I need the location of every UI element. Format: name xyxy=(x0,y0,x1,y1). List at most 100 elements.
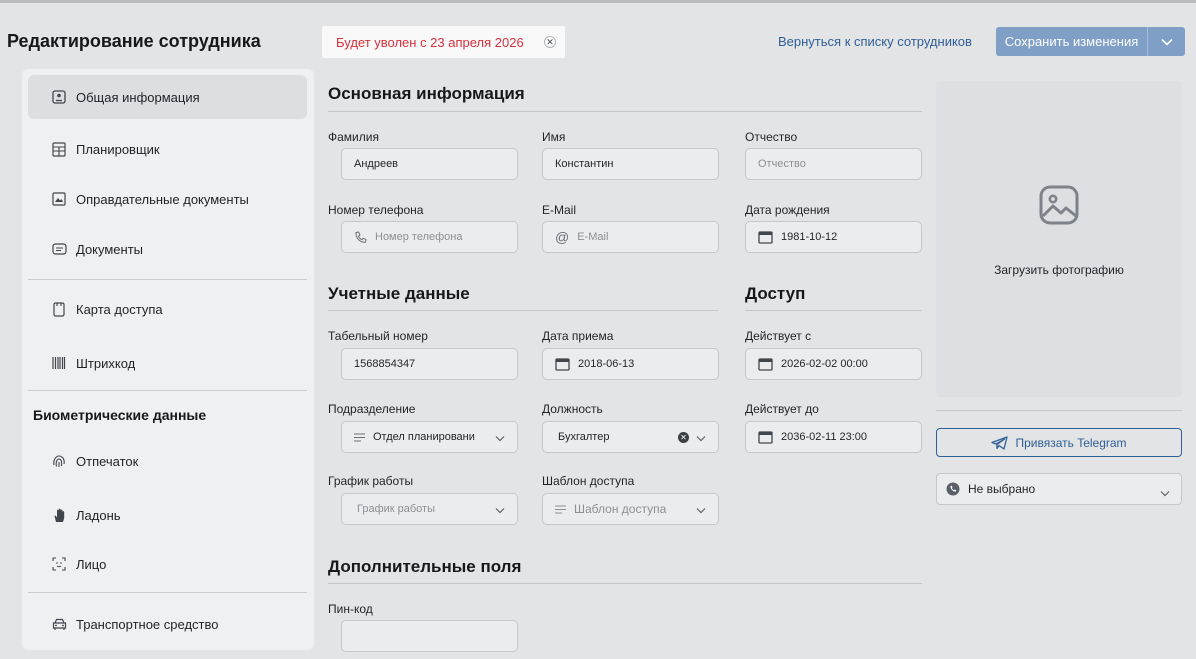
department-value: Отдел планировани xyxy=(373,431,475,443)
chevron-down-icon xyxy=(1160,486,1170,500)
sidebar-item-justification-docs[interactable]: Оправдательные документы xyxy=(28,177,307,221)
sidebar-item-general[interactable]: Общая информация xyxy=(28,75,307,119)
access-template-select[interactable]: Шаблон доступа xyxy=(542,493,719,525)
email-placeholder: E-Mail xyxy=(577,231,609,243)
valid-from-field[interactable]: 2026-02-02 00:00 xyxy=(745,348,922,380)
sidebar-divider xyxy=(28,592,307,593)
sidebar-item-scheduler[interactable]: Планировщик xyxy=(28,127,307,171)
schedule-select[interactable]: График работы xyxy=(341,493,518,525)
top-divider xyxy=(0,0,1196,3)
sidebar-item-label: Общая информация xyxy=(76,89,200,105)
email-label: E-Mail xyxy=(542,203,577,217)
dismissal-text: Будет уволен с 23 апреля 2026 xyxy=(336,34,524,50)
first-name-field[interactable]: Константин xyxy=(542,148,719,180)
viber-icon xyxy=(946,482,960,496)
save-options-button[interactable] xyxy=(1147,27,1185,56)
hire-date-value: 2018-06-13 xyxy=(578,358,635,370)
basic-info-title: Основная информация xyxy=(328,84,525,103)
list-icon xyxy=(354,432,365,442)
dismissal-badge: Будет уволен с 23 апреля 2026 ✕ xyxy=(322,26,565,58)
chevron-down-icon xyxy=(495,505,505,517)
viber-select[interactable]: Не выбрано xyxy=(936,473,1182,505)
first-name-label: Имя xyxy=(542,130,566,144)
pin-field[interactable] xyxy=(341,620,518,652)
sidebar: Общая информация Планировщик Оправдатель… xyxy=(22,69,314,650)
sidebar-item-label: Лицо xyxy=(76,556,107,572)
back-to-list-link[interactable]: Вернуться к списку сотрудников xyxy=(778,34,972,49)
section-divider xyxy=(328,111,922,112)
sidebar-item-face[interactable]: Лицо xyxy=(28,542,307,586)
fingerprint-icon xyxy=(51,453,67,469)
sidebar-item-label: Отпечаток xyxy=(76,453,139,469)
access-card-icon xyxy=(51,301,67,317)
calendar-icon xyxy=(758,357,773,371)
first-name-value: Константин xyxy=(555,158,614,170)
id-card-icon xyxy=(51,241,67,257)
access-template-label: Шаблон доступа xyxy=(542,474,635,488)
valid-to-value: 2036-02-11 23:00 xyxy=(781,431,868,443)
chevron-down-icon xyxy=(1160,38,1173,46)
valid-from-value: 2026-02-02 00:00 xyxy=(781,358,868,370)
sidebar-item-label: Карта доступа xyxy=(76,301,163,317)
sidebar-item-documents[interactable]: Документы xyxy=(28,227,307,271)
chevron-down-icon xyxy=(495,433,505,445)
last-name-label: Фамилия xyxy=(328,130,379,144)
sidebar-item-label: Документы xyxy=(76,241,144,257)
section-divider xyxy=(936,410,1182,411)
save-button[interactable]: Сохранить изменения xyxy=(996,27,1147,56)
position-label: Должность xyxy=(542,402,603,416)
position-select[interactable]: Бухгалтер ✕ xyxy=(542,421,719,453)
access-template-placeholder: Шаблон доступа xyxy=(574,502,667,516)
biometric-heading: Биометрические данные xyxy=(33,407,207,423)
valid-to-field[interactable]: 2036-02-11 23:00 xyxy=(745,421,922,453)
photo-upload-area[interactable]: Загрузить фотографию xyxy=(936,81,1182,397)
patronymic-field[interactable]: Отчество xyxy=(745,148,922,180)
main-content: Основная информация Фамилия Андреев Имя … xyxy=(326,69,1188,659)
phone-icon xyxy=(354,230,367,244)
sidebar-divider xyxy=(28,279,307,280)
page-title: Редактирование сотрудника xyxy=(7,31,261,51)
header: Редактирование сотрудника Будет уволен с… xyxy=(0,17,1196,65)
sidebar-item-barcode[interactable]: Штрихкод xyxy=(28,341,307,385)
face-scan-icon xyxy=(51,556,67,572)
personnel-number-field[interactable]: 1568854347 xyxy=(341,348,518,380)
upload-photo-label: Загрузить фотографию xyxy=(994,263,1124,277)
patronymic-label: Отчество xyxy=(745,130,798,144)
department-select[interactable]: Отдел планировани xyxy=(341,421,518,453)
birth-date-field[interactable]: 1981-10-12 xyxy=(745,221,922,253)
save-button-group: Сохранить изменения xyxy=(996,27,1185,56)
sidebar-item-vehicle[interactable]: Транспортное средство xyxy=(28,602,307,646)
barcode-icon xyxy=(51,355,67,371)
telegram-icon xyxy=(991,435,1009,450)
valid-to-label: Действует до xyxy=(745,402,819,416)
viber-value: Не выбрано xyxy=(968,482,1036,496)
sidebar-item-palm[interactable]: Ладонь xyxy=(28,493,307,537)
account-title: Учетные данные xyxy=(328,284,470,303)
clear-icon[interactable]: ✕ xyxy=(678,432,689,443)
position-value: Бухгалтер xyxy=(558,431,610,443)
sidebar-item-access-card[interactable]: Карта доступа xyxy=(28,287,307,331)
last-name-field[interactable]: Андреев xyxy=(341,148,518,180)
phone-field[interactable]: Номер телефона xyxy=(341,221,518,253)
calendar-grid-icon xyxy=(51,141,67,157)
sidebar-item-label: Ладонь xyxy=(76,507,121,523)
section-divider xyxy=(328,310,718,311)
hire-date-label: Дата приема xyxy=(542,329,614,343)
schedule-placeholder: График работы xyxy=(357,503,435,515)
sidebar-item-label: Оправдательные документы xyxy=(76,191,249,207)
section-divider xyxy=(745,310,922,311)
email-field[interactable]: @ E-Mail xyxy=(542,221,719,253)
sidebar-item-fingerprint[interactable]: Отпечаток xyxy=(28,439,307,483)
dismissal-close-icon[interactable]: ✕ xyxy=(544,36,556,48)
department-label: Подразделение xyxy=(328,402,416,416)
hire-date-field[interactable]: 2018-06-13 xyxy=(542,348,719,380)
pin-label: Пин-код xyxy=(328,602,373,616)
sidebar-divider xyxy=(28,390,307,391)
sidebar-item-label: Планировщик xyxy=(76,141,160,157)
birth-date-label: Дата рождения xyxy=(745,203,830,217)
calendar-icon xyxy=(758,230,773,244)
link-telegram-button[interactable]: Привязать Telegram xyxy=(936,428,1182,457)
image-icon xyxy=(1039,185,1079,225)
birth-date-value: 1981-10-12 xyxy=(781,231,838,243)
palm-icon xyxy=(51,507,67,523)
